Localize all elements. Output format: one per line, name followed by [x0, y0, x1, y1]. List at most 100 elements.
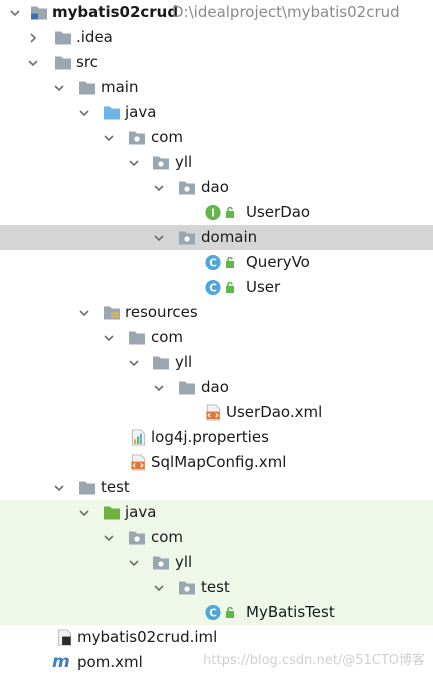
chevron-down-icon[interactable]: [152, 375, 166, 400]
chevron-down-icon[interactable]: [102, 125, 116, 150]
package-label: dao: [201, 178, 229, 196]
xml-file-icon: [129, 454, 147, 471]
package-icon: [178, 579, 196, 596]
folder-label: resources: [125, 303, 198, 321]
tree-row-res-yll[interactable]: yll: [0, 350, 433, 375]
folder-icon: [178, 379, 196, 396]
folder-icon: [54, 54, 72, 71]
tree-row-queryvo[interactable]: QueryVo: [0, 250, 433, 275]
package-label: com: [151, 528, 184, 546]
folder-label: com: [151, 328, 184, 346]
package-icon: [152, 554, 170, 571]
folder-label: dao: [201, 378, 229, 396]
tree-row-log4j[interactable]: log4j.properties: [0, 425, 433, 450]
chevron-down-icon[interactable]: [77, 500, 91, 525]
test-class-icon: [204, 604, 222, 621]
folder-label: yll: [175, 353, 193, 371]
project-name: mybatis02crud: [52, 3, 179, 21]
file-label: mybatis02crud.iml: [77, 628, 218, 646]
properties-file-icon: [129, 429, 147, 446]
folder-icon: [78, 79, 96, 96]
tree-row-res-com[interactable]: com: [0, 325, 433, 350]
maven-icon: m: [52, 652, 70, 672]
package-label: com: [151, 128, 184, 146]
package-label: yll: [175, 153, 193, 171]
chevron-down-icon[interactable]: [8, 0, 22, 25]
package-icon: [178, 229, 196, 246]
chevron-down-icon[interactable]: [127, 150, 141, 175]
tree-row-main[interactable]: main: [0, 75, 433, 100]
package-label: test: [201, 578, 230, 596]
class-icon: [204, 279, 222, 296]
folder-label: .idea: [76, 28, 113, 46]
tree-row-test-yll[interactable]: yll: [0, 550, 433, 575]
project-tree: mybatis02crud D:\idealproject\mybatis02c…: [0, 0, 433, 675]
chevron-down-icon[interactable]: [26, 50, 40, 75]
interface-icon: [204, 204, 222, 221]
test-source-folder-icon: [103, 504, 121, 521]
tree-row-project[interactable]: mybatis02crud D:\idealproject\mybatis02c…: [0, 0, 433, 25]
package-icon: [178, 179, 196, 196]
tree-row-domain[interactable]: domain: [0, 225, 433, 250]
xml-file-icon: [204, 404, 222, 421]
lock-icon: [225, 256, 235, 269]
package-label: yll: [175, 553, 193, 571]
tree-row-mybatistest[interactable]: MyBatisTest: [0, 600, 433, 625]
package-icon: [128, 129, 146, 146]
tree-row-res-dao[interactable]: dao: [0, 375, 433, 400]
folder-label: java: [125, 503, 157, 521]
lock-icon: [225, 606, 235, 619]
project-path: D:\idealproject\mybatis02crud: [172, 3, 400, 21]
chevron-down-icon[interactable]: [152, 225, 166, 250]
folder-icon: [78, 479, 96, 496]
folder-icon: [128, 329, 146, 346]
tree-row-resources[interactable]: resources: [0, 300, 433, 325]
chevron-right-icon[interactable]: [26, 25, 40, 50]
tree-row-test-pkg[interactable]: test: [0, 575, 433, 600]
file-label: UserDao: [246, 203, 311, 221]
chevron-down-icon[interactable]: [102, 525, 116, 550]
tree-row-test-com[interactable]: com: [0, 525, 433, 550]
folder-icon: [54, 29, 72, 46]
tree-row-src[interactable]: src: [0, 50, 433, 75]
folder-label: main: [101, 78, 139, 96]
tree-row-com[interactable]: com: [0, 125, 433, 150]
lock-icon: [225, 206, 235, 219]
tree-row-user[interactable]: User: [0, 275, 433, 300]
tree-row-userdao[interactable]: UserDao: [0, 200, 433, 225]
file-label: pom.xml: [77, 653, 143, 671]
module-folder-icon: [30, 4, 48, 21]
watermark: https://blog.csdn.net/@51CTO博客: [203, 653, 425, 668]
lock-icon: [225, 281, 235, 294]
file-label: SqlMapConfig.xml: [151, 453, 287, 471]
package-icon: [152, 154, 170, 171]
file-label: QueryVo: [246, 253, 310, 271]
tree-row-idea[interactable]: .idea: [0, 25, 433, 50]
class-icon: [204, 254, 222, 271]
folder-label: test: [101, 478, 130, 496]
module-file-icon: [55, 629, 73, 646]
chevron-down-icon[interactable]: [127, 350, 141, 375]
tree-row-dao[interactable]: dao: [0, 175, 433, 200]
chevron-down-icon[interactable]: [127, 550, 141, 575]
file-label: log4j.properties: [151, 428, 269, 446]
tree-row-yll[interactable]: yll: [0, 150, 433, 175]
chevron-down-icon[interactable]: [152, 575, 166, 600]
tree-row-java[interactable]: java: [0, 100, 433, 125]
chevron-down-icon[interactable]: [77, 300, 91, 325]
folder-label: java: [125, 103, 157, 121]
package-icon: [128, 529, 146, 546]
tree-row-iml[interactable]: mybatis02crud.iml: [0, 625, 433, 650]
tree-row-sqlmapconfig[interactable]: SqlMapConfig.xml: [0, 450, 433, 475]
file-label: User: [246, 278, 281, 296]
tree-row-test[interactable]: test: [0, 475, 433, 500]
chevron-down-icon[interactable]: [77, 100, 91, 125]
chevron-down-icon[interactable]: [102, 325, 116, 350]
chevron-down-icon[interactable]: [152, 175, 166, 200]
tree-row-test-java[interactable]: java: [0, 500, 433, 525]
package-label: domain: [201, 228, 258, 246]
chevron-down-icon[interactable]: [52, 75, 66, 100]
folder-icon: [152, 354, 170, 371]
chevron-down-icon[interactable]: [52, 475, 66, 500]
tree-row-userdao-xml[interactable]: UserDao.xml: [0, 400, 433, 425]
